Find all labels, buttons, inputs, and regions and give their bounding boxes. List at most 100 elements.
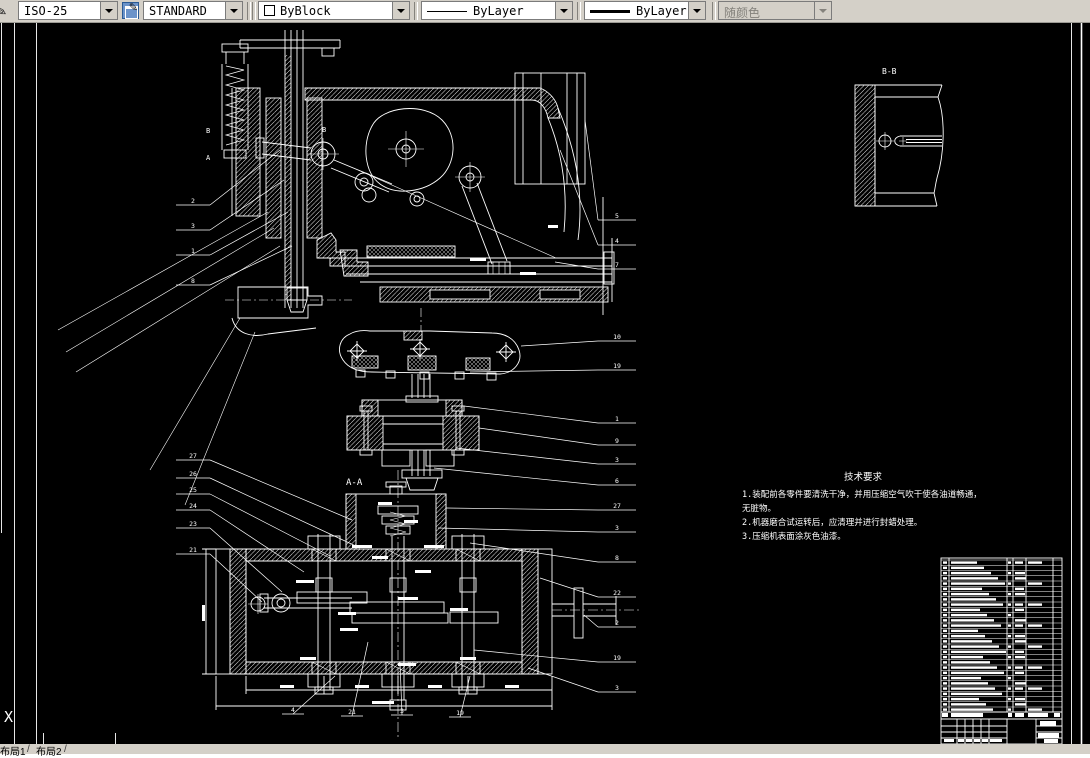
parts-qty-blob <box>1008 603 1011 606</box>
parts-qty-blob <box>1008 613 1011 617</box>
part-number: 3 <box>191 222 195 230</box>
text-style-icon[interactable]: ✎ <box>122 2 139 19</box>
titleblock-text-blob <box>1054 713 1060 717</box>
tiny-text-blob <box>372 556 388 559</box>
leader-line <box>527 667 599 693</box>
parts-name-blob <box>951 634 985 638</box>
parts-name-blob <box>951 587 982 591</box>
part-number: 19 <box>456 709 464 717</box>
part-number: 23 <box>189 520 197 528</box>
drawing-canvas[interactable]: 54710191936273822219323182726252423214 21… <box>0 0 1090 758</box>
parts-name-blob <box>951 613 987 617</box>
parts-material-blob <box>1015 577 1026 580</box>
parts-material-blob <box>1015 655 1025 659</box>
tab-layout1[interactable]: 布局1 <box>0 743 26 758</box>
parts-material-blob <box>1015 671 1024 675</box>
part-number: 22 <box>613 589 621 597</box>
titleblock-text-blob <box>1015 713 1024 717</box>
dim-style-dropdown-arrow[interactable] <box>100 2 117 19</box>
parts-qty-blob <box>1008 687 1011 690</box>
leader-line <box>209 245 293 286</box>
parts-qty-blob <box>1008 634 1011 638</box>
parts-name-blob <box>951 592 989 596</box>
parts-list-rows <box>941 559 1062 711</box>
tiny-text-blob <box>450 608 468 611</box>
tiny-text-blob <box>460 657 476 660</box>
parts-seq-blob <box>943 566 947 570</box>
leader-line <box>209 477 361 549</box>
text-style-combo[interactable]: STANDARD <box>143 1 243 20</box>
parts-name-blob <box>951 561 977 564</box>
titleblock-text-blob <box>958 739 964 742</box>
parts-name-blob <box>951 571 991 575</box>
dim-style-combo[interactable]: ISO-25 <box>18 1 118 20</box>
parts-seq-blob <box>943 708 947 711</box>
color-value: ByBlock <box>280 4 331 18</box>
lineweight-dropdown-arrow[interactable] <box>688 2 705 19</box>
leader-line <box>351 641 369 717</box>
part-number: 2 <box>191 197 195 205</box>
linetype-control-combo[interactable]: ByLayer <box>421 1 573 20</box>
tiny-text-blob <box>415 570 431 573</box>
toolbar-separator <box>414 2 418 20</box>
parts-name-blob <box>951 671 1004 675</box>
section-mark-b1: B <box>206 127 210 135</box>
parts-name-blob <box>951 697 979 701</box>
parts-seq-blob <box>943 666 947 669</box>
parts-material-blob <box>1015 624 1023 627</box>
linetype-value: ByLayer <box>473 4 524 18</box>
part-number: 3 <box>615 524 619 532</box>
lineweight-value: ByLayer <box>636 4 687 18</box>
cover-view <box>339 330 521 403</box>
gearbox-view <box>202 470 642 740</box>
parts-seq-blob <box>943 682 947 685</box>
color-control-combo[interactable]: ByBlock <box>258 1 410 20</box>
leader-line <box>584 119 599 221</box>
leader-line <box>539 577 599 598</box>
parts-name-blob <box>951 608 980 612</box>
parts-seq-blob <box>943 634 947 638</box>
parts-qty-blob <box>1008 582 1011 585</box>
parts-material-blob <box>1015 666 1023 669</box>
linetype-dropdown-arrow[interactable] <box>555 2 572 19</box>
tiny-text-blob <box>352 545 372 548</box>
parts-material-blob <box>1015 634 1025 638</box>
parts-material-blob <box>1015 682 1026 685</box>
tiny-text-blob <box>520 272 536 275</box>
part-number: 4 <box>291 706 295 714</box>
section-aa-label: A-A <box>346 478 363 488</box>
parts-seq-blob <box>943 613 947 617</box>
parts-seq-blob <box>943 645 947 648</box>
lineweight-control-combo[interactable]: ByLayer <box>584 1 706 20</box>
parts-qty-blob <box>1008 571 1011 575</box>
parts-remark-blob <box>1028 603 1042 606</box>
part-number: 21 <box>348 708 356 716</box>
parts-qty-blob <box>1008 655 1011 659</box>
part-number: 9 <box>615 437 619 445</box>
tiny-text-blob <box>340 628 358 631</box>
parts-seq-blob <box>943 571 947 575</box>
parts-material-blob <box>1015 640 1026 643</box>
linetype-sample <box>427 11 467 12</box>
part-number: 1 <box>191 247 195 255</box>
parts-remark-blob <box>1028 624 1042 627</box>
leader-line <box>478 427 599 446</box>
tiny-text-blob <box>355 685 369 688</box>
parts-seq-blob <box>943 592 947 596</box>
parts-seq-blob <box>943 703 947 706</box>
tiny-text-blob <box>404 520 418 523</box>
ucs-x-label: X <box>4 708 13 726</box>
part-number: 26 <box>189 470 197 478</box>
dim-style-icon[interactable]: ✎ <box>0 0 13 22</box>
parts-material-blob <box>1015 703 1026 706</box>
parts-material-blob <box>1015 697 1025 701</box>
lineweight-sample <box>590 10 630 13</box>
parts-name-blob <box>951 692 1002 696</box>
sheet-border <box>1 22 1083 758</box>
tab-layout2[interactable]: 布局2 <box>36 743 62 758</box>
color-dropdown-arrow[interactable] <box>392 2 409 19</box>
tiny-text-blob <box>338 612 356 615</box>
tech-req-title: 技术要求 <box>844 471 883 483</box>
section-aa-view <box>346 399 480 491</box>
text-style-dropdown-arrow[interactable] <box>225 2 242 19</box>
